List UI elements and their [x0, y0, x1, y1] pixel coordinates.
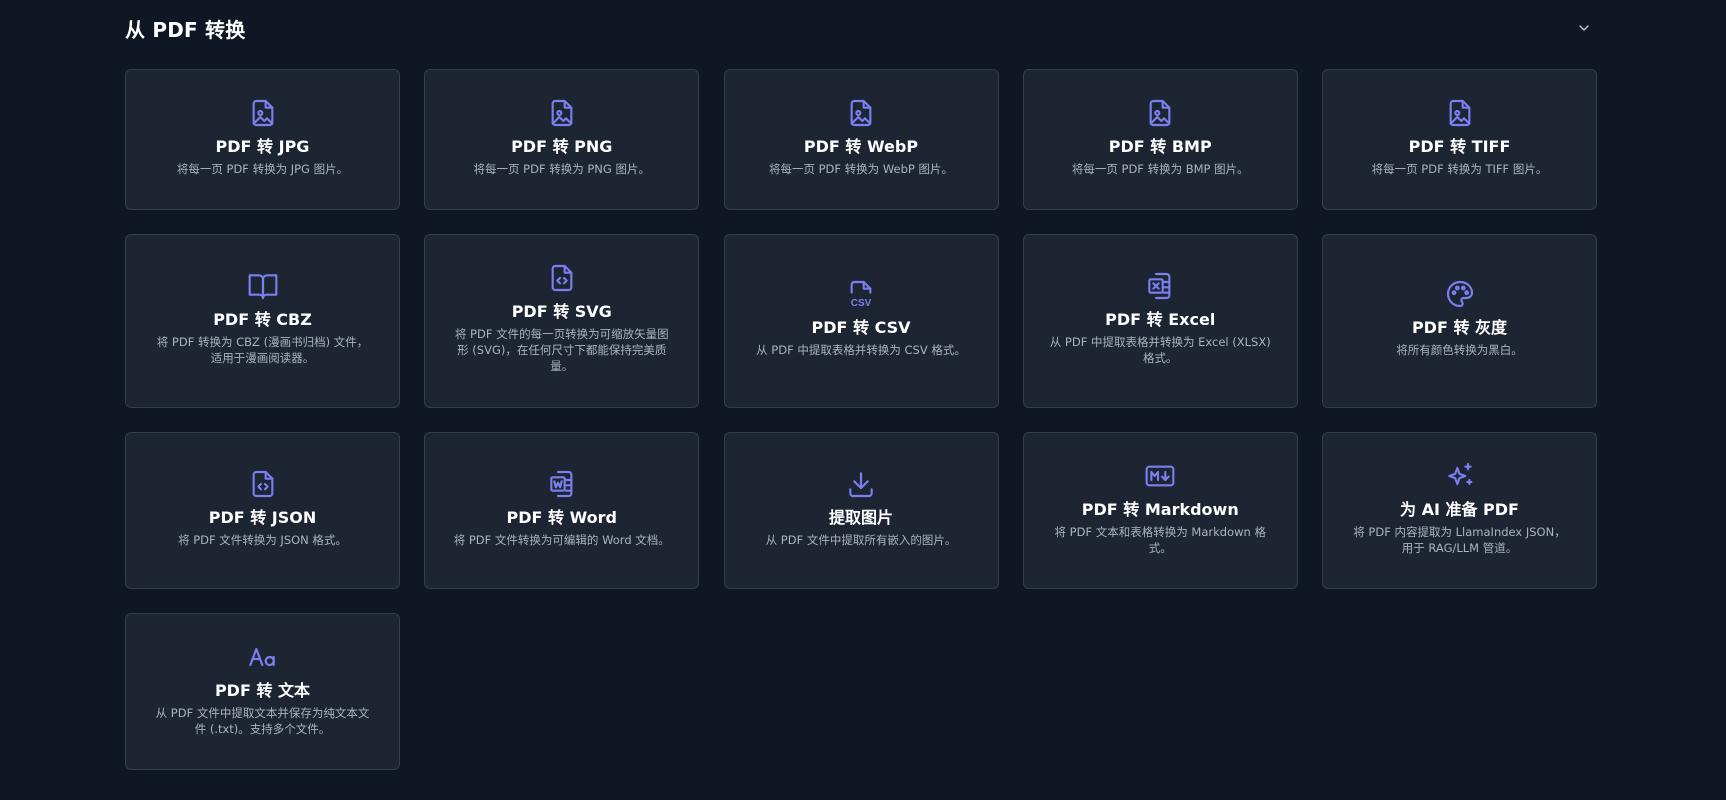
card-description: 将每一页 PDF 转换为 TIFF 图片。 — [1371, 161, 1548, 176]
excel-file-icon — [1144, 270, 1176, 302]
card-description: 将 PDF 转换为 CBZ (漫画书归档) 文件，适用于漫画阅读器。 — [156, 335, 369, 365]
section-title: 从 PDF 转换 — [125, 18, 246, 42]
tool-card-webp[interactable]: PDF 转 WebP 将每一页 PDF 转换为 WebP 图片。 — [723, 69, 999, 210]
tool-card-markdown[interactable]: PDF 转 Markdown 将 PDF 文本和表格转换为 Markdown 格… — [1022, 432, 1298, 589]
text-aa-icon — [247, 641, 279, 673]
card-description: 从 PDF 文件中提取所有嵌入的图片。 — [765, 532, 957, 547]
card-description: 将每一页 PDF 转换为 WebP 图片。 — [768, 161, 954, 176]
card-description: 将 PDF 文件转换为 JSON 格式。 — [178, 532, 347, 547]
code-file-icon — [546, 262, 578, 294]
chevron-down-icon — [1576, 20, 1592, 40]
card-title: 为 AI 准备 PDF — [1400, 499, 1519, 519]
image-file-icon — [247, 97, 279, 129]
tool-card-jpg[interactable]: PDF 转 JPG 将每一页 PDF 转换为 JPG 图片。 — [125, 69, 400, 210]
card-title: PDF 转 TIFF — [1408, 136, 1511, 156]
card-description: 从 PDF 中提取表格并转换为 Excel (XLSX) 格式。 — [1049, 335, 1271, 365]
card-title: PDF 转 CSV — [811, 318, 911, 337]
image-file-icon — [1444, 97, 1476, 129]
card-title: PDF 转 Excel — [1105, 310, 1216, 329]
code-file-icon — [247, 468, 279, 500]
tool-card-bmp[interactable]: PDF 转 BMP 将每一页 PDF 转换为 BMP 图片。 — [1022, 69, 1298, 210]
card-title: PDF 转 文本 — [214, 680, 311, 700]
svg-text:CSV: CSV — [851, 298, 872, 309]
card-title: PDF 转 WebP — [803, 136, 919, 156]
tool-card-svg[interactable]: PDF 转 SVG 将 PDF 文件的每一页转换为可缩放矢量图形 (SVG)，在… — [424, 234, 700, 408]
card-title: PDF 转 BMP — [1108, 136, 1212, 156]
image-file-icon — [845, 97, 877, 129]
card-title: PDF 转 Word — [506, 507, 618, 527]
card-title: PDF 转 JPG — [215, 136, 310, 156]
card-title: PDF 转 CBZ — [213, 310, 312, 329]
card-title: 提取图片 — [828, 507, 893, 527]
card-description: 从 PDF 文件中提取文本并保存为纯文本文件 (.txt)。支持多个文件。 — [155, 705, 370, 736]
tool-card-cbz[interactable]: PDF 转 CBZ 将 PDF 转换为 CBZ (漫画书归档) 文件，适用于漫画… — [125, 234, 400, 408]
card-description: 将每一页 PDF 转换为 BMP 图片。 — [1071, 161, 1249, 176]
open-book-icon — [247, 270, 279, 302]
card-description: 将 PDF 内容提取为 LlamaIndex JSON，用于 RAG/LLM 管… — [1353, 524, 1566, 555]
csv-file-icon: CSV — [845, 278, 877, 310]
card-title: PDF 转 Markdown — [1081, 499, 1239, 519]
pdf-conversion-section: 从 PDF 转换 PDF 转 JPG 将每一页 PDF 转换为 JPG 图片。 … — [125, 0, 1597, 770]
collapse-button[interactable] — [1573, 19, 1595, 41]
card-description: 将每一页 PDF 转换为 PNG 图片。 — [473, 161, 650, 176]
tool-card-grid: PDF 转 JPG 将每一页 PDF 转换为 JPG 图片。 PDF 转 PNG… — [125, 69, 1597, 770]
tool-card-png[interactable]: PDF 转 PNG 将每一页 PDF 转换为 PNG 图片。 — [424, 69, 700, 210]
tool-card-excel[interactable]: PDF 转 Excel 从 PDF 中提取表格并转换为 Excel (XLSX)… — [1022, 234, 1298, 408]
download-icon — [845, 468, 877, 500]
palette-icon — [1444, 278, 1476, 310]
card-description: 从 PDF 中提取表格并转换为 CSV 格式。 — [756, 343, 966, 357]
card-title: PDF 转 PNG — [511, 136, 613, 156]
tool-card-json[interactable]: PDF 转 JSON 将 PDF 文件转换为 JSON 格式。 — [125, 432, 400, 589]
card-description: 将所有颜色转换为黑白。 — [1396, 343, 1523, 357]
card-description: 将 PDF 文件的每一页转换为可缩放矢量图形 (SVG)，在任何尺寸下都能保持完… — [454, 327, 669, 373]
markdown-icon — [1144, 460, 1176, 492]
tool-card-csv[interactable]: CSV PDF 转 CSV 从 PDF 中提取表格并转换为 CSV 格式。 — [723, 234, 999, 408]
tool-card-word[interactable]: PDF 转 Word 将 PDF 文件转换为可编辑的 Word 文档。 — [424, 432, 700, 589]
tool-card-tiff[interactable]: PDF 转 TIFF 将每一页 PDF 转换为 TIFF 图片。 — [1322, 69, 1597, 210]
card-description: 将每一页 PDF 转换为 JPG 图片。 — [176, 161, 349, 176]
sparkles-icon — [1444, 460, 1476, 492]
tool-card-ai[interactable]: 为 AI 准备 PDF 将 PDF 内容提取为 LlamaIndex JSON，… — [1322, 432, 1597, 589]
tool-card-text[interactable]: PDF 转 文本 从 PDF 文件中提取文本并保存为纯文本文件 (.txt)。支… — [125, 613, 400, 770]
card-title: PDF 转 JSON — [208, 507, 317, 527]
image-file-icon — [546, 97, 578, 129]
card-title: PDF 转 灰度 — [1411, 318, 1508, 337]
tool-card-grayscale[interactable]: PDF 转 灰度 将所有颜色转换为黑白。 — [1322, 234, 1597, 408]
image-file-icon — [1144, 97, 1176, 129]
card-description: 将 PDF 文件转换为可编辑的 Word 文档。 — [453, 532, 670, 547]
tool-card-extract-images[interactable]: 提取图片 从 PDF 文件中提取所有嵌入的图片。 — [723, 432, 999, 589]
section-header: 从 PDF 转换 — [125, 0, 1597, 60]
word-file-icon — [546, 468, 578, 500]
card-description: 将 PDF 文本和表格转换为 Markdown 格式。 — [1054, 524, 1266, 555]
card-title: PDF 转 SVG — [511, 302, 612, 321]
